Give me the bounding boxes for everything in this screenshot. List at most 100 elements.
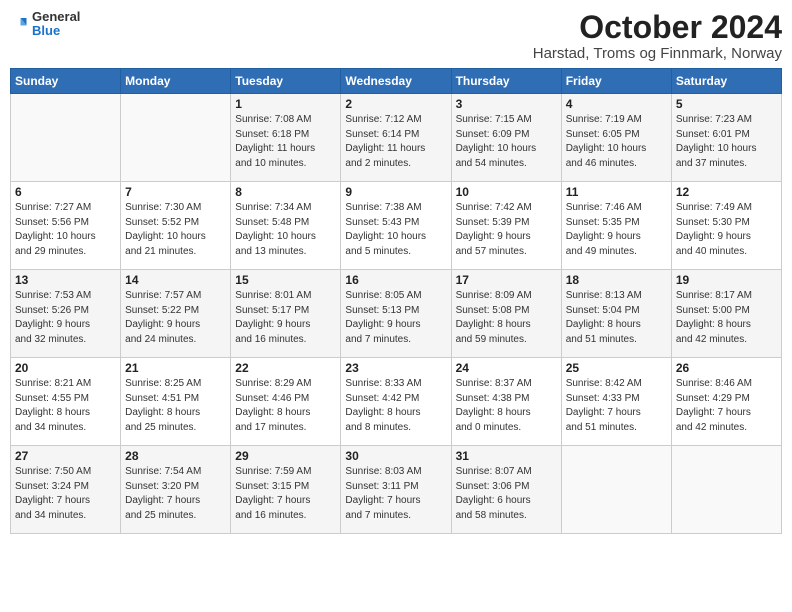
day-info: Sunrise: 8:37 AM Sunset: 4:38 PM Dayligh… xyxy=(456,377,557,435)
weekday-header: Thursday xyxy=(451,69,561,94)
day-number: 7 xyxy=(125,185,226,199)
day-info: Sunrise: 8:17 AM Sunset: 5:00 PM Dayligh… xyxy=(676,289,777,347)
calendar-cell: 23Sunrise: 8:33 AM Sunset: 4:42 PM Dayli… xyxy=(341,358,451,446)
calendar-cell: 26 Sunrise: 8:46 AM Sunset: 4:29 PM Dayli… xyxy=(671,358,781,446)
day-number: 24 xyxy=(456,361,557,375)
calendar-cell: 31 Sunrise: 8:07 AM Sunset: 3:06 PM Dayli… xyxy=(451,446,561,534)
calendar-cell xyxy=(11,94,121,182)
day-number: 19 xyxy=(676,273,777,287)
day-number: 12 xyxy=(676,185,777,199)
day-number: 5 xyxy=(676,97,777,111)
day-number: 30 xyxy=(345,449,446,463)
day-number: 6 xyxy=(15,185,116,199)
calendar-cell: 3 Sunrise: 7:15 AM Sunset: 6:09 PM Daylig… xyxy=(451,94,561,182)
day-info: Sunrise: 7:27 AM Sunset: 5:56 PM Dayligh… xyxy=(15,201,116,259)
calendar-cell: 24 Sunrise: 8:37 AM Sunset: 4:38 PM Dayli… xyxy=(451,358,561,446)
calendar-cell: 15Sunrise: 8:01 AM Sunset: 5:17 PM Dayli… xyxy=(231,270,341,358)
calendar-cell: 22 Sunrise: 8:29 AM Sunset: 4:46 PM Dayli… xyxy=(231,358,341,446)
day-number: 22 xyxy=(235,361,336,375)
day-info: Sunrise: 7:23 AM Sunset: 6:01 PM Dayligh… xyxy=(676,113,777,171)
weekday-header: Friday xyxy=(561,69,671,94)
day-info: Sunrise: 7:38 AM Sunset: 5:43 PM Dayligh… xyxy=(345,201,446,259)
calendar-week-row: 6 Sunrise: 7:27 AM Sunset: 5:56 PM Daylig… xyxy=(11,182,782,270)
day-number: 4 xyxy=(566,97,667,111)
day-number: 11 xyxy=(566,185,667,199)
day-info: Sunrise: 8:03 AM Sunset: 3:11 PM Dayligh… xyxy=(345,465,446,523)
calendar-cell xyxy=(561,446,671,534)
day-number: 3 xyxy=(456,97,557,111)
calendar-cell: 18 Sunrise: 8:13 AM Sunset: 5:04 PM Dayli… xyxy=(561,270,671,358)
calendar-cell: 8Sunrise: 7:34 AM Sunset: 5:48 PM Daylig… xyxy=(231,182,341,270)
day-info: Sunrise: 8:25 AM Sunset: 4:51 PM Dayligh… xyxy=(125,377,226,435)
day-info: Sunrise: 7:46 AM Sunset: 5:35 PM Dayligh… xyxy=(566,201,667,259)
day-info: Sunrise: 7:19 AM Sunset: 6:05 PM Dayligh… xyxy=(566,113,667,171)
day-number: 10 xyxy=(456,185,557,199)
calendar-cell: 27 Sunrise: 7:50 AM Sunset: 3:24 PM Dayli… xyxy=(11,446,121,534)
calendar-table: SundayMondayTuesdayWednesdayThursdayFrid… xyxy=(10,68,782,534)
calendar-cell: 7 Sunrise: 7:30 AM Sunset: 5:52 PM Daylig… xyxy=(121,182,231,270)
day-number: 2 xyxy=(345,97,446,111)
day-info: Sunrise: 8:46 AM Sunset: 4:29 PM Dayligh… xyxy=(676,377,777,435)
title-block: October 2024 Harstad, Troms og Finnmark,… xyxy=(533,10,782,62)
calendar-cell: 6 Sunrise: 7:27 AM Sunset: 5:56 PM Daylig… xyxy=(11,182,121,270)
day-number: 16 xyxy=(345,273,446,287)
day-number: 28 xyxy=(125,449,226,463)
calendar-cell: 5 Sunrise: 7:23 AM Sunset: 6:01 PM Daylig… xyxy=(671,94,781,182)
day-info: Sunrise: 8:01 AM Sunset: 5:17 PM Dayligh… xyxy=(235,289,336,347)
day-info: Sunrise: 7:08 AM Sunset: 6:18 PM Dayligh… xyxy=(235,113,336,171)
day-info: Sunrise: 8:42 AM Sunset: 4:33 PM Dayligh… xyxy=(566,377,667,435)
day-number: 23 xyxy=(345,361,446,375)
logo-icon xyxy=(10,15,28,33)
day-info: Sunrise: 7:59 AM Sunset: 3:15 PM Dayligh… xyxy=(235,465,336,523)
day-info: Sunrise: 7:57 AM Sunset: 5:22 PM Dayligh… xyxy=(125,289,226,347)
day-number: 27 xyxy=(15,449,116,463)
calendar-cell: 12Sunrise: 7:49 AM Sunset: 5:30 PM Dayli… xyxy=(671,182,781,270)
weekday-header: Monday xyxy=(121,69,231,94)
calendar-cell: 4 Sunrise: 7:19 AM Sunset: 6:05 PM Daylig… xyxy=(561,94,671,182)
day-info: Sunrise: 8:21 AM Sunset: 4:55 PM Dayligh… xyxy=(15,377,116,435)
day-info: Sunrise: 7:30 AM Sunset: 5:52 PM Dayligh… xyxy=(125,201,226,259)
calendar-cell: 25Sunrise: 8:42 AM Sunset: 4:33 PM Dayli… xyxy=(561,358,671,446)
calendar-cell xyxy=(121,94,231,182)
calendar-week-row: 13Sunrise: 7:53 AM Sunset: 5:26 PM Dayli… xyxy=(11,270,782,358)
day-info: Sunrise: 7:42 AM Sunset: 5:39 PM Dayligh… xyxy=(456,201,557,259)
calendar-cell: 17 Sunrise: 8:09 AM Sunset: 5:08 PM Dayli… xyxy=(451,270,561,358)
day-number: 14 xyxy=(125,273,226,287)
weekday-header: Sunday xyxy=(11,69,121,94)
day-info: Sunrise: 7:15 AM Sunset: 6:09 PM Dayligh… xyxy=(456,113,557,171)
day-number: 9 xyxy=(345,185,446,199)
day-info: Sunrise: 7:34 AM Sunset: 5:48 PM Dayligh… xyxy=(235,201,336,259)
calendar-cell: 11 Sunrise: 7:46 AM Sunset: 5:35 PM Dayli… xyxy=(561,182,671,270)
day-number: 18 xyxy=(566,273,667,287)
calendar-week-row: 20Sunrise: 8:21 AM Sunset: 4:55 PM Dayli… xyxy=(11,358,782,446)
weekday-header: Wednesday xyxy=(341,69,451,94)
day-number: 21 xyxy=(125,361,226,375)
day-number: 29 xyxy=(235,449,336,463)
day-info: Sunrise: 8:09 AM Sunset: 5:08 PM Dayligh… xyxy=(456,289,557,347)
calendar-cell: 21 Sunrise: 8:25 AM Sunset: 4:51 PM Dayli… xyxy=(121,358,231,446)
day-info: Sunrise: 8:05 AM Sunset: 5:13 PM Dayligh… xyxy=(345,289,446,347)
day-info: Sunrise: 8:13 AM Sunset: 5:04 PM Dayligh… xyxy=(566,289,667,347)
calendar-cell: 30 Sunrise: 8:03 AM Sunset: 3:11 PM Dayli… xyxy=(341,446,451,534)
page-title: October 2024 xyxy=(533,10,782,45)
weekday-header: Tuesday xyxy=(231,69,341,94)
calendar-week-row: 27 Sunrise: 7:50 AM Sunset: 3:24 PM Dayli… xyxy=(11,446,782,534)
page-subtitle: Harstad, Troms og Finnmark, Norway xyxy=(533,45,782,62)
calendar-week-row: 1Sunrise: 7:08 AM Sunset: 6:18 PM Daylig… xyxy=(11,94,782,182)
day-info: Sunrise: 8:07 AM Sunset: 3:06 PM Dayligh… xyxy=(456,465,557,523)
day-number: 26 xyxy=(676,361,777,375)
calendar-cell: 14 Sunrise: 7:57 AM Sunset: 5:22 PM Dayli… xyxy=(121,270,231,358)
weekday-header: Saturday xyxy=(671,69,781,94)
calendar-cell: 20Sunrise: 8:21 AM Sunset: 4:55 PM Dayli… xyxy=(11,358,121,446)
calendar-cell: 13Sunrise: 7:53 AM Sunset: 5:26 PM Dayli… xyxy=(11,270,121,358)
day-number: 31 xyxy=(456,449,557,463)
calendar-cell: 10 Sunrise: 7:42 AM Sunset: 5:39 PM Dayli… xyxy=(451,182,561,270)
day-info: Sunrise: 7:53 AM Sunset: 5:26 PM Dayligh… xyxy=(15,289,116,347)
day-info: Sunrise: 7:54 AM Sunset: 3:20 PM Dayligh… xyxy=(125,465,226,523)
day-info: Sunrise: 7:50 AM Sunset: 3:24 PM Dayligh… xyxy=(15,465,116,523)
calendar-cell: 19 Sunrise: 8:17 AM Sunset: 5:00 PM Dayli… xyxy=(671,270,781,358)
day-number: 17 xyxy=(456,273,557,287)
day-info: Sunrise: 8:29 AM Sunset: 4:46 PM Dayligh… xyxy=(235,377,336,435)
calendar-cell: 16 Sunrise: 8:05 AM Sunset: 5:13 PM Dayli… xyxy=(341,270,451,358)
calendar-cell xyxy=(671,446,781,534)
